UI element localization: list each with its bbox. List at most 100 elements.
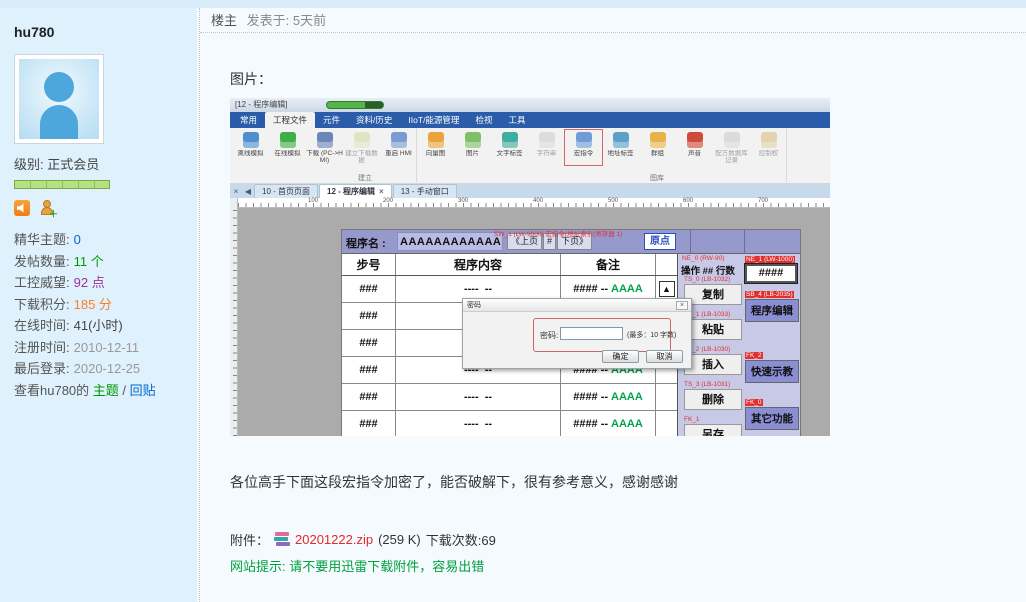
program-name-value: AAAAAAAAAAAA: [397, 232, 503, 251]
toolbar-item: 图片: [454, 130, 491, 165]
note-tag: AAAA: [611, 391, 643, 403]
avatar[interactable]: [14, 54, 104, 144]
stat-row: 注册时间: 2010-12-11: [14, 337, 197, 359]
compile-progress-pill: [326, 101, 384, 109]
attachment-label: 附件：: [230, 530, 269, 549]
stat-label: 最后登录:: [14, 361, 70, 376]
ops-annotation: NE_0 (RW-90): [682, 255, 724, 262]
cell-step: ###: [342, 411, 396, 436]
operation-panel: NE_0 (RW-90) 操作 ## 行数 TS_0 (LB-1032)复制TS…: [678, 254, 800, 436]
stat-row: 发帖数量:11 个: [14, 251, 197, 273]
op-button-插入: 插入: [684, 354, 742, 375]
online-simulation-icon: [280, 132, 296, 148]
cell-content: ---- --: [396, 411, 561, 436]
author-sidebar: hu780 级别: 正式会员 ＋ 精华主题:0发帖数量:11: [0, 8, 197, 602]
download-icon: [317, 132, 333, 148]
replies-link[interactable]: 回贴: [130, 383, 156, 398]
stat-label: 注册时间:: [14, 340, 70, 355]
add-friend-icon[interactable]: ＋: [39, 200, 55, 216]
note-number: ####: [573, 391, 597, 403]
floor-badge: 楼主: [211, 13, 237, 28]
stat-value: 2010-12-11: [74, 340, 140, 355]
toolbar-item-label: 向量图: [417, 150, 454, 165]
attachment-size: (259 K): [378, 532, 421, 547]
document-tab-label: 13 - 手动窗口: [401, 187, 449, 196]
horizontal-ruler: 100200300400500600700: [238, 198, 830, 208]
fn-button-wrap: FK_2快速示教: [745, 352, 801, 383]
attachment-link[interactable]: 20201222.zip: [295, 532, 373, 547]
vertical-ruler: [230, 198, 238, 436]
forum-post-page: hu780 级别: 正式会员 ＋ 精华主题:0发帖数量:11: [0, 0, 1026, 602]
toolbar-item: 文字标签: [491, 130, 528, 165]
note-dash: --: [601, 391, 608, 403]
toolbar-item: 在线模拟: [269, 130, 306, 165]
stat-label: 在线时间:: [14, 318, 70, 333]
top-strip: [0, 0, 1026, 8]
op-button-粘贴: 粘贴: [684, 319, 742, 340]
ribbon-toolbar: 离线模拟在线模拟下载 (PC->HMI)建立下载数据重启 HMI向量图图片文字标…: [230, 128, 830, 184]
toolbar-item-label: 宏指令: [565, 150, 602, 165]
scroll-up-button: ▲: [659, 281, 675, 297]
zip-file-icon: [274, 532, 290, 547]
user-stats-list: 精华主题:0发帖数量:11 个工控威望:92 点下载积分:185 分在线时间:4…: [14, 229, 197, 380]
control-token-icon: [761, 132, 777, 148]
origin-button: 原点: [644, 233, 676, 250]
username-link[interactable]: hu780: [14, 24, 197, 40]
post-text: 各位高手下面这段宏指令加密了，能否破解下，很有参考意义，感谢感谢: [230, 472, 1026, 492]
cell-note: #### --AAAA: [561, 384, 656, 410]
message-icon[interactable]: [14, 200, 30, 216]
vector-graphic-icon: [428, 132, 444, 148]
toolbar-item: 配方数据库记录: [713, 130, 750, 165]
op-button-wrap: TS_1 (LB-1033)粘贴: [684, 311, 742, 340]
ruler-number: 600: [683, 198, 693, 204]
cell-note: ####--AAAA: [561, 411, 656, 436]
fn-annotation: FK_2: [745, 352, 763, 359]
password-label: 密码:: [540, 330, 558, 341]
site-hint: 网站提示: 请不要用迅雷下载附件，容易出错: [230, 556, 1026, 575]
op-button-wrap: TS_3 (LB-1031)删除: [684, 381, 742, 410]
image-label: 图片：: [230, 69, 1026, 89]
ribbon-tab-工具: 工具: [500, 112, 533, 128]
note-dash: --: [601, 418, 608, 430]
toolbar-item-label: 文字标签: [491, 150, 528, 165]
topics-link[interactable]: 主题: [93, 383, 119, 398]
window-tab-bar: × ◀ 10 - 首页页面12 - 程序编辑×13 - 手动窗口: [230, 184, 830, 198]
toolbar-item: 控制权: [750, 130, 787, 165]
embedded-screenshot-image[interactable]: [12 - 程序编辑] 常用工程文件元件资料/历史IIoT/能源管理检视工具 离…: [230, 98, 830, 436]
document-tab: 12 - 程序编辑×: [319, 184, 392, 198]
view-links: 查看hu780的 主题 / 回贴: [14, 380, 197, 402]
cell-arrow: [656, 411, 677, 436]
dialog-title: 密码: [463, 299, 691, 312]
toolbar-item-label: 下载 (PC->HMI): [306, 150, 343, 165]
ops-label: 操作 ## 行数: [681, 263, 735, 277]
document-tab: 13 - 手动窗口: [393, 184, 457, 198]
table-row: ###---- --####--AAAA: [342, 384, 677, 411]
group-separator: [786, 128, 787, 182]
ribbon-tab-工程文件: 工程文件: [265, 112, 315, 128]
attachment-row: 附件： 20201222.zip (259 K) 下载次数:69: [230, 530, 1026, 549]
stat-label: 工控威望:: [14, 275, 70, 290]
toolbar-item-label: 在线模拟: [269, 150, 306, 165]
op-annotation: TS_3 (LB-1031): [684, 381, 730, 388]
row-counter-display: ####: [745, 264, 797, 283]
toolbar-item-label: 控制权: [750, 150, 787, 165]
ruler-number: 400: [533, 198, 543, 204]
dialog-close-icon: ×: [676, 301, 688, 310]
op-button-wrap: FK_1另存: [684, 416, 742, 436]
toolbar-item-label: 字符串: [528, 150, 565, 165]
col-step: 步号: [342, 254, 396, 275]
toolbar-item: 下载 (PC->HMI): [306, 130, 343, 165]
stat-label: 发帖数量:: [14, 254, 70, 269]
tabbar-close-icon: ×: [230, 185, 242, 198]
col-note: 备注: [561, 254, 656, 275]
toolbar-item-label: 重启 HMI: [380, 150, 417, 165]
stat-label: 下载积分:: [14, 297, 70, 312]
avatar-person-icon: [19, 59, 99, 139]
ribbon-tab-资料/历史: 资料/历史: [348, 112, 400, 128]
toolbar-item: 建立下载数据: [343, 130, 380, 165]
group-label-build: 建立: [358, 173, 372, 183]
ruler-number: 200: [383, 198, 393, 204]
group-icon: [650, 132, 666, 148]
fn-annotation: SB_4 (LB-2035): [745, 291, 794, 298]
password-dialog: 密码 × 密码: (最多：10 字数) 确定 取消: [462, 298, 692, 369]
